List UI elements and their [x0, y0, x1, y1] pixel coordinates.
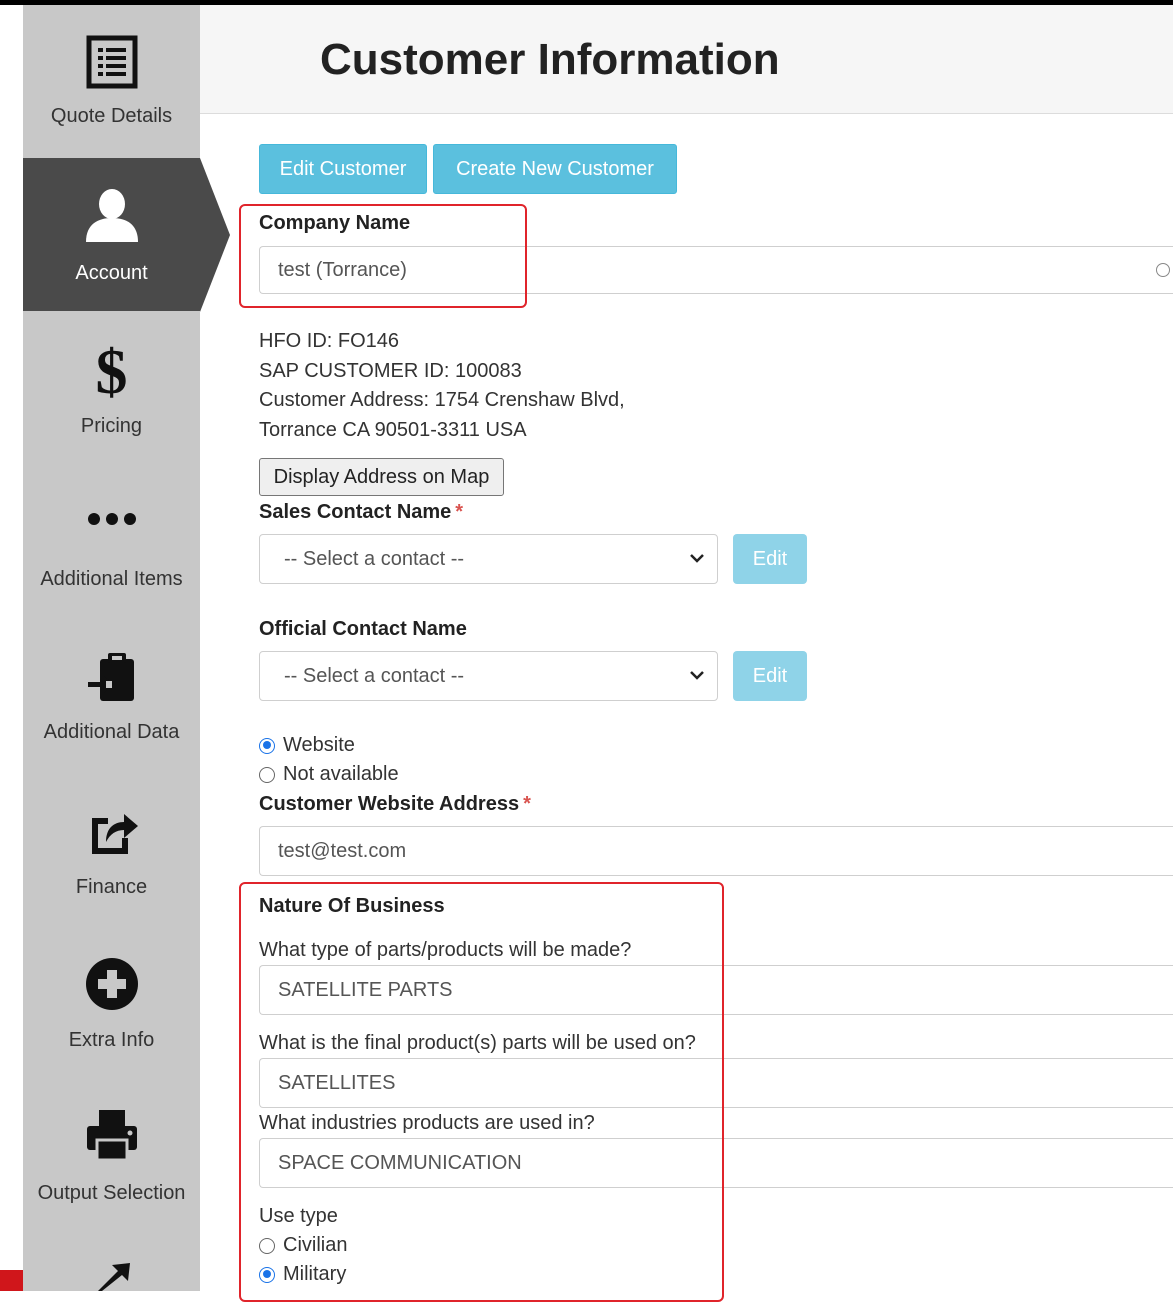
sap-customer-id: SAP CUSTOMER ID: 100083 [259, 360, 522, 382]
sidebar-item-output-selection[interactable]: Output Selection [23, 1076, 200, 1229]
clipboard-import-icon [23, 651, 200, 703]
nature-highlight [239, 882, 724, 1302]
website-address-label-text: Customer Website Address [259, 793, 520, 815]
sidebar-item-quote-details[interactable]: Quote Details [23, 5, 200, 158]
customer-address-line2: Torrance CA 90501-3311 USA [259, 419, 527, 441]
website-address-label: Customer Website Address * [259, 793, 531, 816]
left-margin [0, 5, 23, 1291]
search-icon[interactable] [1156, 263, 1170, 277]
share-icon [23, 806, 200, 856]
official-contact-edit-button[interactable]: Edit [733, 651, 807, 701]
display-address-map-button[interactable]: Display Address on Map [259, 458, 504, 496]
website-address-value: test@test.com [278, 839, 407, 862]
sidebar-item-next[interactable] [23, 1229, 200, 1291]
sidebar-item-additional-items[interactable]: Additional Items [23, 464, 200, 617]
chevron-down-icon [690, 671, 704, 680]
sidebar-item-label: Output Selection [37, 1182, 186, 1204]
ellipsis-icon [23, 512, 200, 526]
printer-icon [23, 1108, 200, 1162]
sidebar-item-label: Finance [75, 876, 148, 898]
sales-contact-edit-button[interactable]: Edit [733, 534, 807, 584]
website-option[interactable]: Website [259, 734, 355, 757]
sidebar-item-extra-info[interactable]: Extra Info [23, 923, 200, 1076]
sidebar: Quote Details Account $ Pricing Addition… [23, 5, 200, 1291]
sidebar-item-finance[interactable]: Finance [23, 770, 200, 923]
website-option-label: Website [283, 734, 355, 756]
active-indicator [200, 158, 230, 312]
user-icon [23, 188, 200, 242]
not-available-option[interactable]: Not available [259, 763, 399, 786]
website-address-input[interactable]: test@test.com [259, 826, 1173, 876]
page-header: Customer Information [200, 5, 1173, 114]
sidebar-item-label: Account [75, 262, 148, 284]
required-marker: * [455, 501, 464, 523]
sidebar-item-label: Extra Info [68, 1029, 155, 1051]
export-arrow-icon [23, 1261, 200, 1291]
corner-marker [0, 1270, 23, 1291]
page-title: Customer Information [320, 35, 780, 84]
company-highlight [239, 204, 527, 308]
sidebar-item-label: Additional Data [43, 721, 180, 743]
website-radio[interactable] [259, 737, 275, 754]
list-document-icon [23, 35, 200, 89]
sales-contact-selected: -- Select a contact -- [284, 547, 465, 570]
sidebar-item-label: Additional Items [40, 568, 183, 590]
sales-contact-label: Sales Contact Name * [259, 501, 463, 524]
not-available-option-label: Not available [283, 763, 399, 785]
sidebar-item-pricing[interactable]: $ Pricing [23, 311, 200, 464]
sales-contact-select[interactable]: -- Select a contact -- [259, 534, 718, 584]
dollar-icon: $ [95, 336, 128, 407]
official-contact-select[interactable]: -- Select a contact -- [259, 651, 718, 701]
sales-contact-label-text: Sales Contact Name [259, 501, 452, 523]
official-contact-selected: -- Select a contact -- [284, 664, 465, 687]
official-contact-label: Official Contact Name [259, 618, 467, 640]
sidebar-item-additional-data[interactable]: Additional Data [23, 617, 200, 770]
sidebar-item-label: Pricing [80, 415, 143, 437]
sidebar-item-label: Quote Details [50, 105, 173, 127]
not-available-radio[interactable] [259, 766, 275, 783]
plus-circle-icon [23, 957, 200, 1011]
required-marker: * [523, 793, 531, 815]
create-new-customer-button[interactable]: Create New Customer [433, 144, 677, 194]
sidebar-item-account[interactable]: Account [23, 158, 200, 311]
edit-customer-button[interactable]: Edit Customer [259, 144, 427, 194]
customer-address-line1: Customer Address: 1754 Crenshaw Blvd, [259, 389, 625, 411]
chevron-down-icon [690, 554, 704, 563]
hfo-id: HFO ID: FO146 [259, 330, 400, 352]
